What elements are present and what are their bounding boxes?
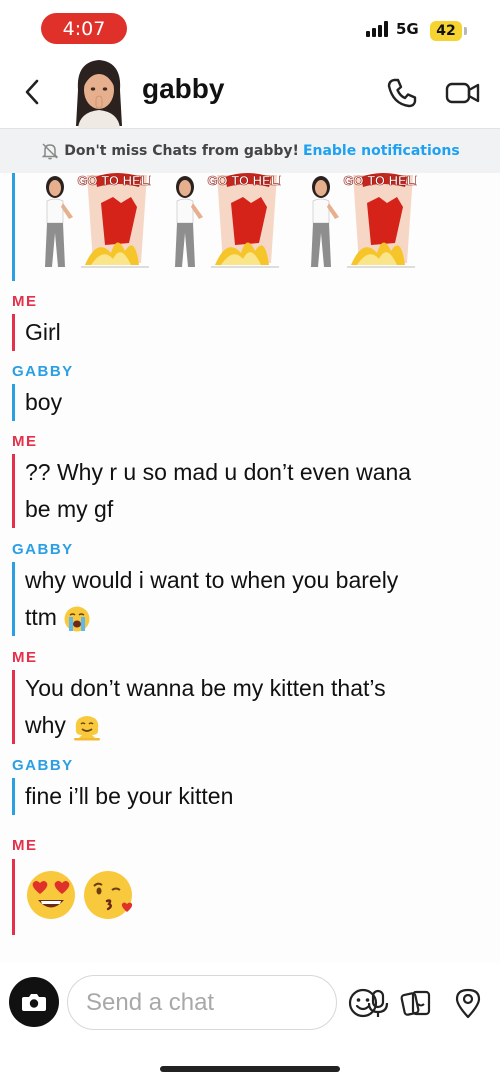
chat-message[interactable]: fine i’ll be your kitten [12,778,233,815]
location-pin-icon [455,988,481,1019]
chat-message[interactable]: why would i want to when you barely ttm [12,562,398,636]
phone-icon [387,78,417,108]
sender-label-me: ME [12,433,38,450]
message-text: why would i want to when you barely [25,567,399,593]
notification-banner: Don't miss Chats from gabby! Enable noti… [0,128,500,173]
sticker-button[interactable] [400,987,432,1019]
signal-icon [366,21,388,37]
battery-icon: 42 [430,21,462,41]
message-text: why [25,712,66,738]
chat-message[interactable]: ?? Why r u so mad u don’t even wana be m… [12,454,411,528]
message-text: boy [25,389,63,415]
message-text: ?? Why r u so mad u don’t even wana [25,459,412,485]
face-blowing-kiss-icon [84,871,133,919]
chat-message[interactable] [12,859,137,935]
sender-label-me: ME [12,293,38,310]
chat-header: gabby [0,56,500,128]
avatar[interactable] [68,56,130,128]
status-bar: 4:07 5G 42 [0,0,500,56]
camera-icon [22,994,46,1011]
sender-label-me: ME [12,837,38,854]
bitmoji-button[interactable] [347,987,379,1019]
sticker-caption: GO TO HELL [207,173,281,188]
sender-label-gabby: GABBY [12,363,74,380]
camera-button[interactable] [9,977,59,1027]
location-button[interactable] [453,987,483,1019]
sticker-go-to-hell[interactable]: GO TO HELL [25,173,157,275]
sender-label-me: ME [12,649,38,666]
video-camera-icon [445,82,480,104]
chat-message[interactable]: You don’t wanna be my kitten that’s why [12,670,386,744]
smiley-icon [348,988,378,1018]
message-text: ttm [25,604,57,630]
chat-input[interactable] [86,986,286,1020]
home-indicator[interactable] [160,1066,340,1072]
sender-label-gabby: GABBY [12,757,74,774]
network-label: 5G [396,20,419,38]
chat-area[interactable]: GO TO HELL GO TO HELL GO TO HELL ME Girl… [0,173,500,963]
sticker-caption: GO TO HELL [77,173,151,188]
call-button[interactable] [385,76,419,110]
sticker-go-to-hell[interactable]: GO TO HELL [291,173,423,275]
sticker-icon [400,990,431,1016]
enable-notifications-link[interactable]: Enable notifications [303,143,460,159]
status-time[interactable]: 4:07 [41,13,127,44]
video-call-button[interactable] [444,76,482,110]
message-text: fine i’ll be your kitten [25,783,234,809]
message-text: Girl [25,319,61,345]
battery-level: 42 [436,23,456,39]
battery-tip [464,27,467,35]
bell-off-icon [41,143,59,160]
chat-message[interactable]: boy [12,384,62,421]
message-text: be my gf [25,496,114,522]
loudly-crying-face-icon [64,606,90,632]
composer-bar [0,963,500,1083]
chat-input-box[interactable] [67,975,389,1030]
notification-text: Don't miss Chats from gabby! [64,143,299,159]
message-text: You don’t wanna be my kitten that’s [25,675,386,701]
sender-label-gabby: GABBY [12,541,74,558]
sticker-message: GO TO HELL GO TO HELL GO TO HELL [12,173,482,281]
back-button[interactable] [14,74,50,110]
contact-name[interactable]: gabby [142,73,224,105]
chevron-left-icon [25,79,39,105]
heart-eyes-face-icon [27,871,75,919]
sticker-go-to-hell[interactable]: GO TO HELL [155,173,287,275]
sticker-caption: GO TO HELL [343,173,417,188]
chat-message[interactable]: Girl [12,314,61,351]
melting-face-icon [74,715,101,741]
